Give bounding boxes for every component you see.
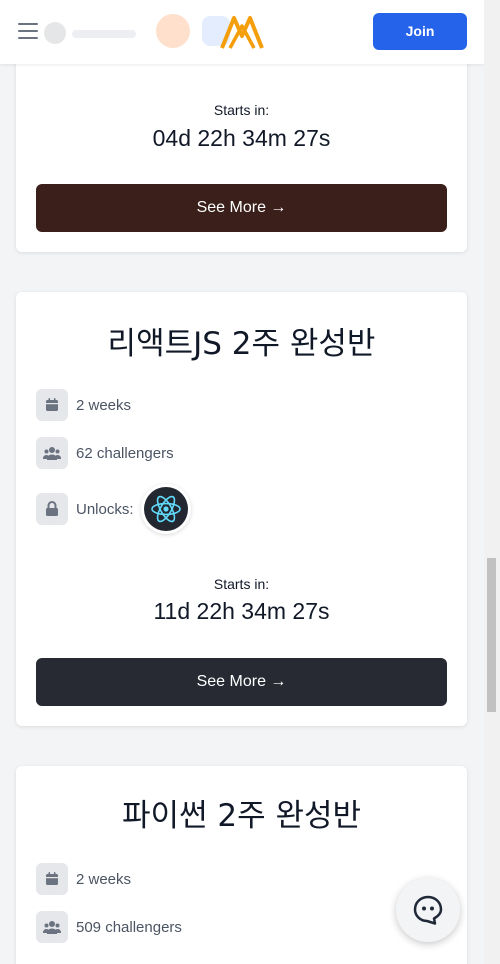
see-more-button[interactable]: See More → <box>36 184 447 232</box>
faded-decoration <box>44 22 66 44</box>
lock-icon <box>36 493 68 525</box>
challengers-text: 509 challengers <box>76 918 182 936</box>
countdown-timer: 04d 22h 34m 27s <box>152 125 331 151</box>
faded-decoration <box>72 30 136 38</box>
scrollbar-thumb[interactable] <box>487 558 496 712</box>
see-more-button[interactable]: See More → <box>36 658 447 706</box>
duration-text: 2 weeks <box>76 396 132 414</box>
challengers-row: 62 challengers <box>36 437 174 469</box>
hamburger-menu-icon[interactable] <box>18 23 38 41</box>
calendar-icon <box>36 389 68 421</box>
react-icon[interactable] <box>143 487 188 531</box>
chat-bubble-icon <box>413 895 443 925</box>
page: Join Starts in: 04d 22h 34m 27s See More… <box>0 0 500 964</box>
unlocks-label: Unlocks: <box>76 500 134 518</box>
join-button[interactable]: Join <box>373 13 467 50</box>
challenge-card: 파이썬 2주 완성반 2 weeks 509 challengers <box>16 766 467 964</box>
duration-row: 2 weeks <box>36 863 131 895</box>
challengers-row: 509 challengers <box>36 911 182 943</box>
users-icon <box>36 437 68 469</box>
card-title: 파이썬 2주 완성반 <box>121 798 362 834</box>
unlocks-row: Unlocks: <box>36 487 188 531</box>
countdown-timer: 11d 22h 34m 27s <box>153 598 330 624</box>
users-icon <box>36 911 68 943</box>
vertical-scrollbar[interactable] <box>484 0 500 964</box>
starts-in-label: Starts in: <box>213 576 270 592</box>
chat-button[interactable] <box>396 878 460 942</box>
challenge-card: 리액트JS 2주 완성반 2 weeks 62 challengers Unlo… <box>16 292 467 726</box>
calendar-icon <box>36 863 68 895</box>
faded-decoration <box>156 14 190 48</box>
top-navbar: Join <box>0 0 484 64</box>
starts-in-label: Starts in: <box>213 102 270 118</box>
duration-text: 2 weeks <box>76 870 132 888</box>
logo-icon[interactable] <box>220 14 264 50</box>
card-title: 리액트JS 2주 완성반 <box>107 326 376 362</box>
challengers-text: 62 challengers <box>76 444 174 462</box>
duration-row: 2 weeks <box>36 389 131 421</box>
